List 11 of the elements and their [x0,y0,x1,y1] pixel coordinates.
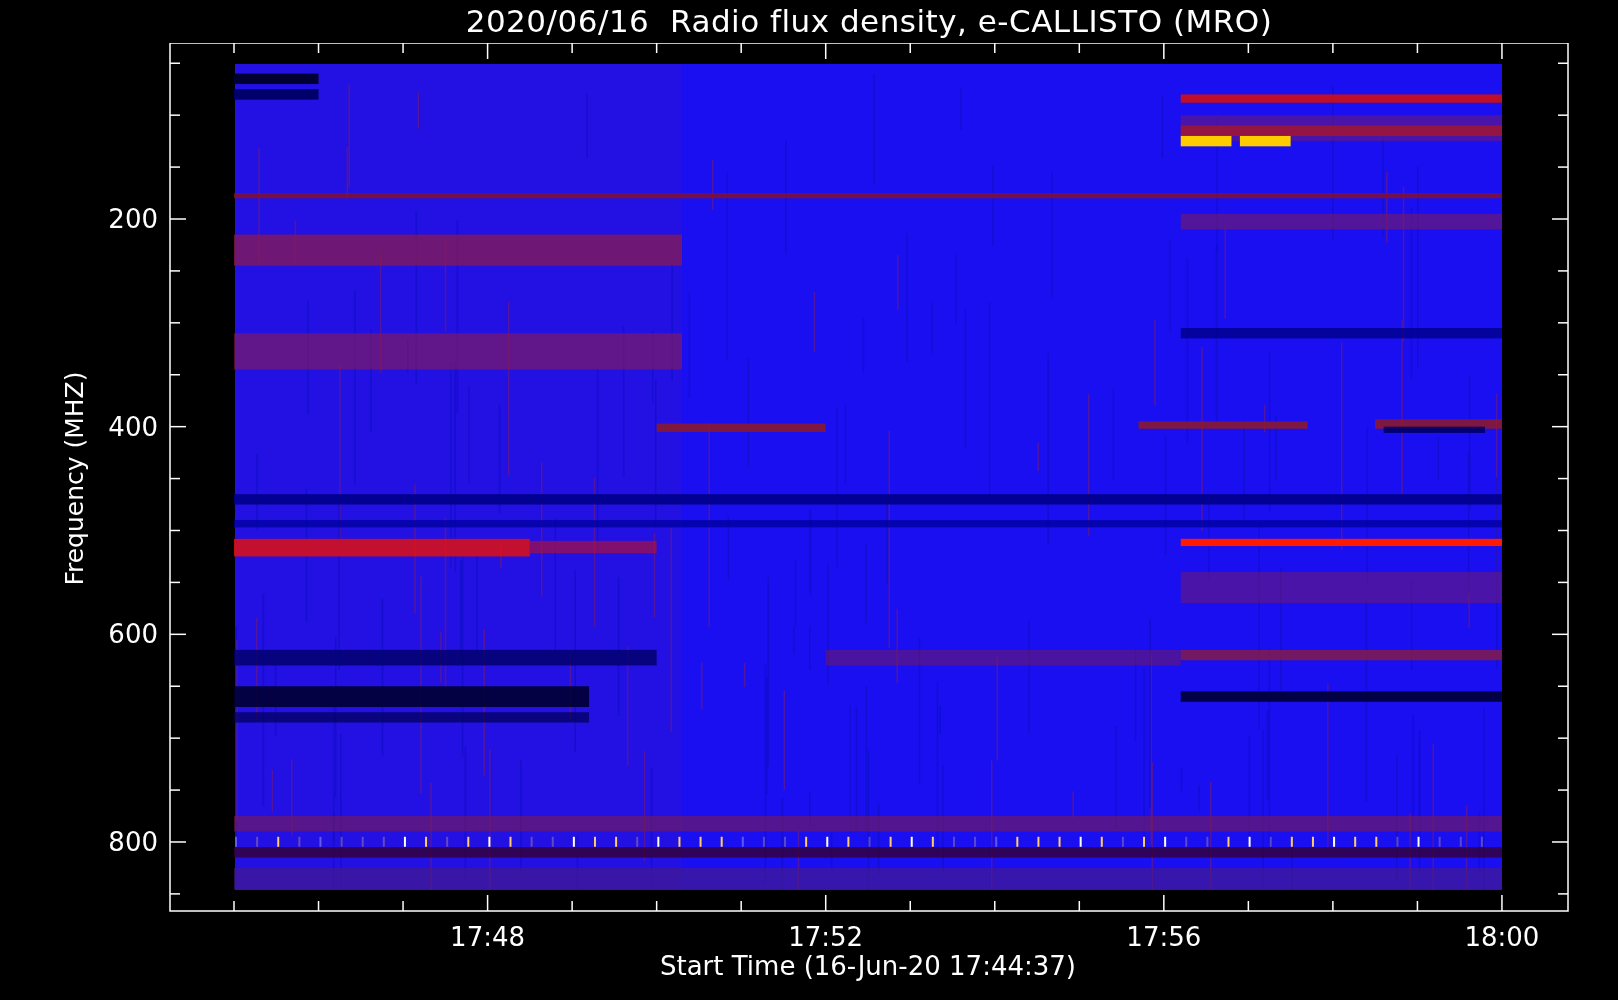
chart-title: 2020/06/16 Radio flux density, e-CALLISTO (MRO) [465,2,1273,41]
x-tick-label: 17:48 [450,922,526,952]
x-axis-label: Start Time (16-Jun-20 17:44:37) [659,951,1076,981]
y-axis-label: Frequency (MHZ) [60,371,89,586]
x-tick-label: 17:56 [1126,922,1202,952]
y-tick-label: 600 [108,619,158,650]
x-tick-label: 17:52 [788,922,864,952]
y-tick-label: 800 [108,827,158,857]
y-tick-label: 200 [108,204,158,234]
y-tick-label: 400 [108,411,158,442]
x-tick-label: 18:00 [1464,922,1540,952]
